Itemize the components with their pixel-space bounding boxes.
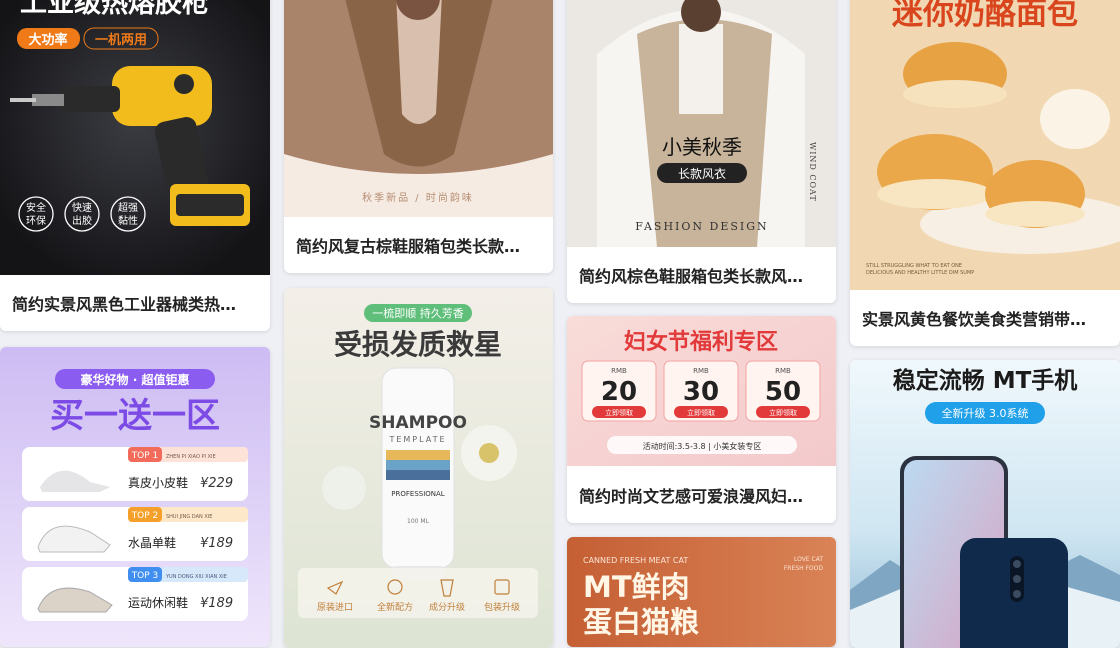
svg-text:安全: 安全 <box>26 201 46 214</box>
svg-text:30: 30 <box>683 377 719 407</box>
svg-text:¥189: ¥189 <box>200 536 233 551</box>
svg-text:FRESH FOOD: FRESH FOOD <box>784 565 824 572</box>
product-card[interactable]: 工业级热熔胶枪 大功率 一机两用 安全 环保 快速 出胶 超强 黏性 简约实景风… <box>0 0 270 331</box>
svg-text:成分升级: 成分升级 <box>429 601 465 613</box>
svg-text:出胶: 出胶 <box>72 214 92 227</box>
svg-text:20: 20 <box>601 377 637 407</box>
phone-pill: 全新升级 3.0系统 <box>942 406 1029 420</box>
svg-text:¥229: ¥229 <box>200 476 233 491</box>
drill-headline: 工业级热熔胶枪 <box>20 0 210 19</box>
coat-subtext: 秋季新品 / 时尚韵味 <box>362 191 474 204</box>
product-card[interactable]: 妇女节福利专区 RMB 20 立即领取 RMB 30 立即领取 RMB 50 立… <box>567 316 836 523</box>
bottle-brand: SHAMPOO <box>369 413 467 433</box>
product-card[interactable]: 稳定流畅 MT手机 全新升级 3.0系统 <box>850 360 1120 648</box>
svg-text:运动休闲鞋: 运动休闲鞋 <box>128 595 188 610</box>
product-image: 豪华好物 · 超值钜惠 买一送一区 TOP 1 ZHEN PI XIAO PI … <box>0 347 270 647</box>
product-card[interactable]: 小美秋季 长款风衣 WIND COAT FASHION DESIGN 简约风棕色… <box>567 0 836 303</box>
bread-headline: 迷你奶酪面包 <box>892 0 1078 32</box>
coupon-footer: 活动时间:3.5-3.8 | 小美女装专区 <box>643 441 762 451</box>
trench-pill: 长款风衣 <box>678 166 726 181</box>
svg-text:LOVE CAT: LOVE CAT <box>794 556 823 563</box>
shoe-row-3: TOP 3 YUN DONG XIU XIAN XIE 运动休闲鞋 ¥189 <box>22 567 248 621</box>
product-image: CANNED FRESH MEAT CAT LOVE CAT FRESH FOO… <box>567 537 836 647</box>
trench-side: WIND COAT <box>808 142 817 202</box>
card-title[interactable]: 简约风棕色鞋服箱包类长款风… <box>567 251 836 303</box>
product-image: 妇女节福利专区 RMB 20 立即领取 RMB 30 立即领取 RMB 50 立… <box>567 316 836 466</box>
card-title[interactable]: 简约风复古棕鞋服箱包类长款… <box>284 221 553 273</box>
svg-text:RMB: RMB <box>693 367 709 375</box>
svg-text:SHUI JING DAN XIE: SHUI JING DAN XIE <box>166 514 212 520</box>
shampoo-headline: 受损发质救星 <box>334 328 502 361</box>
svg-text:立即领取: 立即领取 <box>605 408 633 417</box>
shoe-row-1: TOP 1 ZHEN PI XIAO PI XIE 真皮小皮鞋 ¥229 <box>22 447 248 501</box>
svg-text:真皮小皮鞋: 真皮小皮鞋 <box>128 475 188 490</box>
svg-text:立即领取: 立即领取 <box>687 408 715 417</box>
product-card[interactable]: 秋季新品 / 时尚韵味 简约风复古棕鞋服箱包类长款… <box>284 0 553 273</box>
shampoo-pill: 一梳即顺 持久芳香 <box>372 306 464 320</box>
bottle-script: PROFESSIONAL <box>391 490 445 498</box>
svg-text:TOP 2: TOP 2 <box>131 511 159 521</box>
svg-text:RMB: RMB <box>611 367 627 375</box>
product-image: 迷你奶酪面包 STILL STRUGGLING WHAT TO EAT ONE … <box>850 0 1120 290</box>
svg-text:黏性: 黏性 <box>118 214 138 227</box>
svg-text:RMB: RMB <box>775 367 791 375</box>
product-image: 稳定流畅 MT手机 全新升级 3.0系统 <box>850 360 1120 648</box>
coupon-1: RMB 20 立即领取 <box>581 360 657 422</box>
svg-text:环保: 环保 <box>26 214 46 227</box>
bottle-volume: 100 ML <box>407 518 430 525</box>
shoe-row-2: TOP 2 SHUI JING DAN XIE 水晶单鞋 ¥189 <box>22 507 248 561</box>
product-image: 小美秋季 长款风衣 WIND COAT FASHION DESIGN <box>567 0 836 247</box>
product-card[interactable]: 豪华好物 · 超值钜惠 买一送一区 TOP 1 ZHEN PI XIAO PI … <box>0 347 270 647</box>
trench-title: 小美秋季 <box>662 135 742 159</box>
badge-dual: 一机两用 <box>95 32 147 48</box>
svg-text:TOP 3: TOP 3 <box>131 571 159 581</box>
svg-text:¥189: ¥189 <box>200 596 233 611</box>
product-image: 秋季新品 / 时尚韵味 <box>284 0 553 217</box>
svg-text:超强: 超强 <box>118 201 138 214</box>
cat-headline-1: MT鲜肉 <box>583 570 690 604</box>
svg-text:包装升级: 包装升级 <box>484 601 520 613</box>
svg-text:立即领取: 立即领取 <box>769 408 797 417</box>
shoes-headline: 买一送一区 <box>50 396 220 436</box>
coupon-headline: 妇女节福利专区 <box>623 329 778 355</box>
product-image: 一梳即顺 持久芳香 受损发质救星 SHAMPOO TEMPLATE PROFES… <box>284 288 553 648</box>
product-image: 工业级热熔胶枪 大功率 一机两用 安全 环保 快速 出胶 超强 黏性 <box>0 0 270 275</box>
cat-top-left: CANNED FRESH MEAT CAT <box>583 556 688 565</box>
svg-text:TOP 1: TOP 1 <box>131 451 159 461</box>
shoes-banner: 豪华好物 · 超值钜惠 <box>81 372 190 387</box>
svg-text:原装进口: 原装进口 <box>317 601 353 613</box>
svg-text:ZHEN PI XIAO PI XIE: ZHEN PI XIAO PI XIE <box>166 454 216 460</box>
svg-text:水晶单鞋: 水晶单鞋 <box>128 535 176 550</box>
svg-text:DELICIOUS AND HEALTHY LITTLE D: DELICIOUS AND HEALTHY LITTLE DIM SUMP <box>866 270 974 276</box>
svg-text:STILL STRUGGLING WHAT TO EAT O: STILL STRUGGLING WHAT TO EAT ONE <box>866 263 962 269</box>
trench-footer: FASHION DESIGN <box>635 220 768 233</box>
bottle-sub: TEMPLATE <box>388 435 446 444</box>
coupon-2: RMB 30 立即领取 <box>663 360 739 422</box>
card-title[interactable]: 简约实景风黑色工业器械类热… <box>0 279 270 331</box>
svg-text:快速: 快速 <box>72 202 92 214</box>
svg-text:50: 50 <box>765 377 801 407</box>
phone-headline: 稳定流畅 MT手机 <box>893 367 1078 394</box>
product-card[interactable]: CANNED FRESH MEAT CAT LOVE CAT FRESH FOO… <box>567 537 836 647</box>
coupon-3: RMB 50 立即领取 <box>745 360 821 422</box>
card-title[interactable]: 实景风黄色餐饮美食类营销带… <box>850 294 1120 346</box>
product-card[interactable]: 一梳即顺 持久芳香 受损发质救星 SHAMPOO TEMPLATE PROFES… <box>284 288 553 648</box>
badge-power: 大功率 <box>28 32 67 48</box>
product-card[interactable]: 迷你奶酪面包 STILL STRUGGLING WHAT TO EAT ONE … <box>850 0 1120 346</box>
card-title[interactable]: 简约时尚文艺感可爱浪漫风妇… <box>567 471 836 523</box>
svg-text:YUN DONG XIU XIAN XIE: YUN DONG XIU XIAN XIE <box>165 574 227 580</box>
cat-headline-2: 蛋白猫粮 <box>583 605 699 639</box>
svg-text:全新配方: 全新配方 <box>377 601 413 613</box>
